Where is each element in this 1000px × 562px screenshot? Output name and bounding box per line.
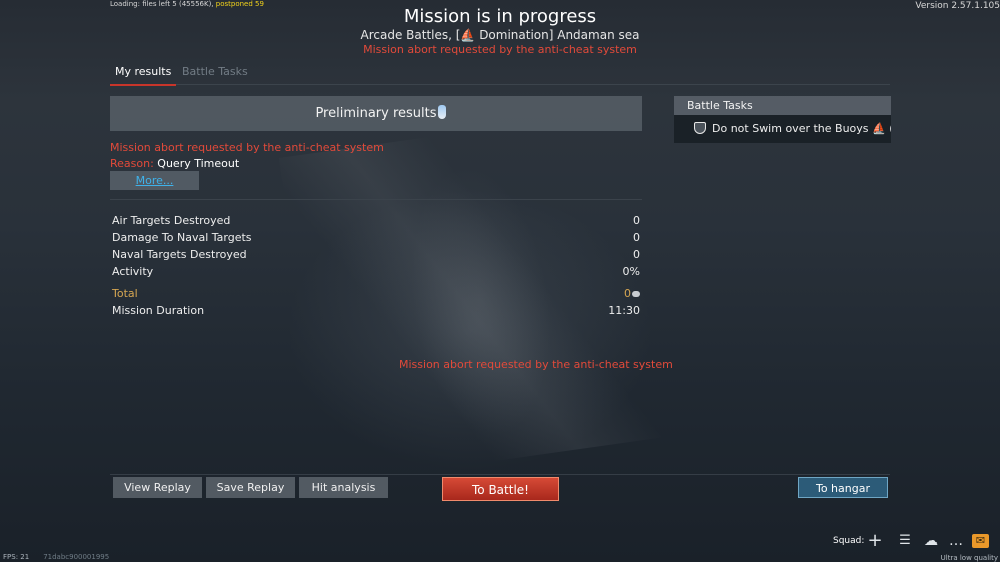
battle-tasks-panel: Battle Tasks Do not Swim over the Buoys … [674, 96, 891, 144]
total-label: Total [112, 287, 138, 300]
duration-value: 11:30 [608, 304, 640, 317]
quality-label: Ultra low quality [940, 554, 998, 562]
battle-task-item[interactable]: Do not Swim over the Buoys ⛵ (0/1 [674, 115, 891, 143]
page-title: Mission is in progress [403, 6, 597, 27]
stat-label: Damage To Naval Targets [112, 231, 252, 244]
abort-message: Mission abort requested by the anti-chea… [110, 141, 384, 154]
view-replay-button[interactable]: View Replay [113, 477, 202, 498]
stat-row-activity: Activity 0% [112, 263, 640, 280]
total-value-wrap: 0 [624, 285, 640, 302]
preliminary-results-header: Preliminary results [110, 96, 642, 131]
total-value: 0 [624, 287, 631, 300]
list-icon[interactable]: ☰ [896, 533, 914, 549]
silver-lions-icon [632, 291, 640, 297]
mail-icon[interactable]: ✉ [972, 534, 989, 548]
stat-label: Air Targets Destroyed [112, 214, 231, 227]
stat-row-naval-destroyed: Naval Targets Destroyed 0 [112, 246, 640, 263]
preliminary-results-title: Preliminary results [315, 106, 437, 121]
to-hangar-button[interactable]: To hangar [798, 477, 888, 498]
tab-battle-tasks[interactable]: Battle Tasks [177, 65, 253, 84]
stat-value: 0 [633, 248, 640, 261]
results-tabs: My results Battle Tasks [110, 62, 890, 86]
abort-notice-bottom: Mission abort requested by the anti-chea… [399, 358, 673, 371]
stats-table: Air Targets Destroyed 0 Damage To Naval … [112, 212, 640, 319]
divider [110, 199, 642, 200]
plus-icon[interactable]: + [866, 532, 884, 550]
abort-notice-top: Mission abort requested by the anti-chea… [363, 43, 637, 56]
more-button[interactable]: More... [110, 171, 199, 190]
stat-row-total: Total 0 [112, 285, 640, 302]
stat-label: Activity [112, 265, 154, 278]
stat-label: Naval Targets Destroyed [112, 248, 247, 261]
fps-counter: FPS: 21 71dabc900001995 [3, 553, 109, 561]
stat-value: 0 [633, 231, 640, 244]
stat-row-naval-damage: Damage To Naval Targets 0 [112, 229, 640, 246]
mission-subtitle: Arcade Battles, [⛵ Domination] Andaman s… [360, 28, 640, 42]
stat-value: 0 [633, 214, 640, 227]
abort-reason: Reason: Query Timeout [110, 157, 239, 170]
squad-label: Squad: [833, 536, 865, 546]
reason-value: Query Timeout [157, 157, 240, 170]
battle-tasks-header: Battle Tasks [674, 96, 891, 115]
raindrop-icon [438, 105, 446, 119]
to-battle-button[interactable]: To Battle! [442, 477, 559, 501]
shield-icon [694, 122, 706, 134]
save-replay-button[interactable]: Save Replay [206, 477, 295, 498]
mission-header: Mission is in progress Arcade Battles, [… [0, 6, 1000, 57]
chat-icon[interactable]: … [947, 533, 965, 549]
session-hash: 71dabc900001995 [43, 553, 110, 561]
tab-my-results[interactable]: My results [110, 65, 177, 86]
battle-task-label: Do not Swim over the Buoys ⛵ (0/1 [712, 122, 891, 135]
bottom-divider [110, 474, 890, 475]
cloud-people-icon[interactable]: ☁ [922, 533, 940, 549]
stat-row-duration: Mission Duration 11:30 [112, 302, 640, 319]
stat-row-air-targets: Air Targets Destroyed 0 [112, 212, 640, 229]
duration-label: Mission Duration [112, 304, 205, 317]
stat-value: 0% [622, 265, 640, 278]
reason-label: Reason: [110, 157, 154, 170]
fps-value: FPS: 21 [3, 553, 30, 561]
hit-analysis-button[interactable]: Hit analysis [299, 477, 388, 498]
